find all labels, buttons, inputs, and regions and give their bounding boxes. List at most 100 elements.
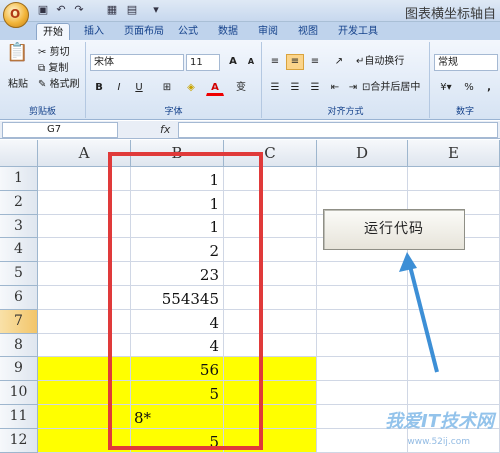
paste-button[interactable]: 粘贴 [8,78,28,92]
cell-A5[interactable] [38,262,131,286]
currency-icon[interactable]: ¥▾ [434,80,458,96]
cell-B2[interactable]: 1 [131,190,224,215]
row-header[interactable]: 6 [0,286,38,310]
cell-E1[interactable] [408,167,500,191]
align-bottom-icon[interactable]: ≡ [306,54,324,70]
row-header[interactable]: 7 [0,309,38,334]
office-button[interactable]: O [3,2,29,28]
italic-button[interactable]: I [110,80,128,96]
cell-A6[interactable] [38,286,131,310]
shrink-font-button[interactable]: A [242,54,260,70]
tab-developer[interactable]: 开发工具 [332,23,384,40]
tab-view[interactable]: 视图 [292,23,324,40]
row-header[interactable]: 9 [0,357,38,382]
cell-D10[interactable] [317,381,408,405]
tab-review[interactable]: 审阅 [252,23,284,40]
cell-D1[interactable] [317,167,408,191]
number-format-select[interactable]: 常规 [434,54,498,71]
cell-B4[interactable]: 2 [131,238,224,263]
quick-access-icon[interactable]: ▦ [104,3,120,19]
cell-C6[interactable] [224,286,317,310]
cell-C4[interactable] [224,238,317,263]
merge-center-button[interactable]: ⊡合并后居中 [362,81,420,95]
quick-access-icon[interactable]: ▤ [124,3,140,19]
cell-C12[interactable] [224,428,317,453]
cell-A1[interactable] [38,167,131,191]
cell-B7[interactable]: 4 [131,309,224,334]
cell-B8[interactable]: 4 [131,333,224,358]
tab-data[interactable]: 数据 [212,23,244,40]
wrap-text-button[interactable]: ↵自动换行 [356,55,404,69]
formula-input[interactable] [178,122,498,138]
font-name-select[interactable]: 宋体 [90,54,184,71]
row-header[interactable]: 11 [0,405,38,429]
align-right-icon[interactable]: ☰ [306,80,324,96]
comma-button[interactable]: , [480,80,498,96]
percent-button[interactable]: % [460,80,478,96]
border-icon[interactable]: ⊞ [158,80,176,96]
cell-B9[interactable]: 56 [131,357,224,382]
tab-insert[interactable]: 插入 [78,23,110,40]
cell-E10[interactable] [408,381,500,405]
row-header[interactable]: 8 [0,333,38,358]
decrease-indent-icon[interactable]: ⇤ [326,80,344,96]
run-code-button[interactable]: 运行代码 [323,209,465,250]
underline-button[interactable]: U [130,80,148,96]
phonetic-button[interactable]: 变 [232,80,250,96]
tab-formulas[interactable]: 公式 [172,23,204,40]
paste-icon[interactable]: 📋 [6,44,28,62]
cell-A2[interactable] [38,190,131,215]
row-header[interactable]: 10 [0,381,38,405]
cell-A10[interactable] [38,381,131,405]
column-header[interactable]: C [224,140,317,167]
customize-toolbar-icon[interactable]: ▾ [148,3,164,19]
cell-A8[interactable] [38,333,131,358]
tab-home[interactable]: 开始 [36,23,70,40]
cell-C3[interactable] [224,214,317,239]
row-header[interactable]: 1 [0,167,38,191]
cell-B1[interactable]: 1 [131,167,224,191]
cell-C8[interactable] [224,333,317,358]
increase-indent-icon[interactable]: ⇥ [344,80,362,96]
copy-button[interactable]: ⧉ 复制 [38,62,68,76]
orientation-icon[interactable]: ↗ [330,54,348,70]
cell-B5[interactable]: 23 [131,262,224,286]
cell-C5[interactable] [224,262,317,286]
align-top-icon[interactable]: ≡ [266,54,284,70]
cell-B3[interactable]: 1 [131,214,224,239]
save-icon[interactable]: ▣ [36,3,50,19]
insert-function-icon[interactable]: fx [160,123,170,136]
align-center-icon[interactable]: ☰ [286,80,304,96]
bold-button[interactable]: B [90,80,108,96]
tab-page-layout[interactable]: 页面布局 [118,23,170,40]
grow-font-button[interactable]: A [224,54,242,70]
font-size-select[interactable]: 11 [186,54,220,71]
undo-icon[interactable]: ↶ [54,3,68,19]
fill-color-icon[interactable]: ◈ [182,80,200,96]
cell-A9[interactable] [38,357,131,382]
cell-A7[interactable] [38,309,131,334]
column-header[interactable]: E [408,140,500,167]
cell-C7[interactable] [224,309,317,334]
row-header[interactable]: 12 [0,428,38,453]
column-header[interactable]: D [317,140,408,167]
cell-A4[interactable] [38,238,131,263]
cell-C10[interactable] [224,381,317,405]
column-header[interactable]: B [131,140,224,167]
cell-A12[interactable] [38,428,131,453]
cell-C2[interactable] [224,190,317,215]
cell-B6[interactable]: 554345 [131,286,224,310]
name-box[interactable]: G7 [2,122,118,138]
row-header[interactable]: 5 [0,262,38,286]
cell-A11[interactable] [38,405,131,429]
cell-B11[interactable]: 8* [131,405,224,429]
cell-B10[interactable]: 5 [131,381,224,405]
format-painter-button[interactable]: ✎ 格式刷 [38,78,80,92]
select-all-corner[interactable] [0,140,38,167]
row-header[interactable]: 4 [0,238,38,263]
redo-icon[interactable]: ↷ [72,3,86,19]
cell-B12[interactable]: 5 [131,428,224,453]
row-header[interactable]: 3 [0,214,38,239]
cell-A3[interactable] [38,214,131,239]
align-middle-icon[interactable]: ≡ [286,54,304,70]
